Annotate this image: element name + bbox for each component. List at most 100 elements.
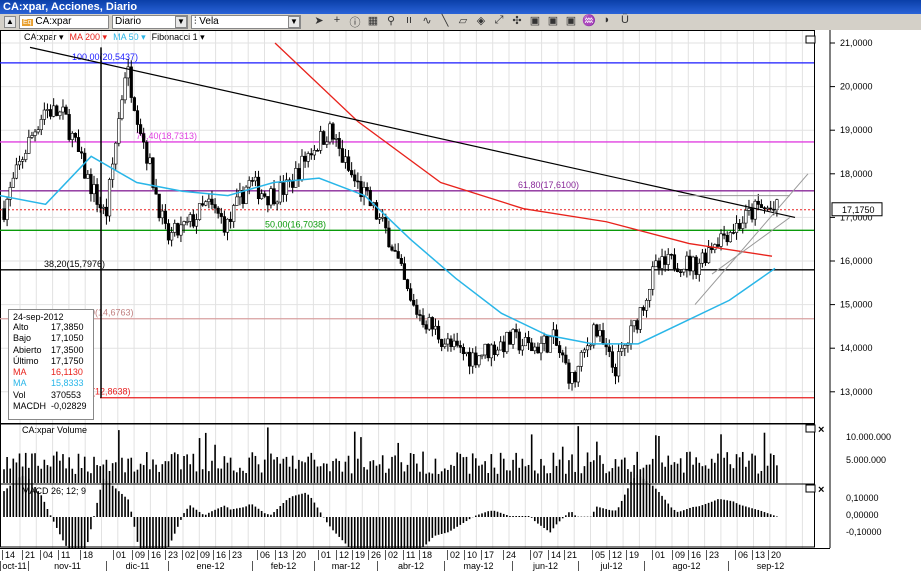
candle-body — [216, 207, 220, 214]
candle-body — [679, 271, 683, 273]
crosshair-icon[interactable]: + — [330, 14, 344, 30]
candle-body — [511, 329, 515, 345]
candle-body — [368, 190, 372, 207]
info-value: 17,3500 — [51, 344, 84, 355]
date-month-label: jul-12 — [578, 561, 644, 571]
candle-body — [250, 180, 254, 182]
candle-body — [756, 200, 760, 205]
info-row: Último 17,1750 — [13, 356, 89, 367]
candle-body — [312, 150, 317, 156]
candle-body — [151, 157, 155, 188]
candle-body — [725, 235, 729, 243]
date-month-label: jun-12 — [512, 561, 578, 571]
maximize-icon[interactable] — [805, 424, 816, 433]
candle-body — [45, 109, 50, 111]
candle-body — [117, 118, 121, 144]
eraser-icon[interactable]: ▱ — [456, 14, 470, 30]
candle-body — [337, 138, 341, 149]
date-month-label: ene-12 — [168, 561, 252, 571]
line-draw-icon[interactable]: ╲ — [438, 14, 452, 30]
candle-body — [697, 262, 701, 275]
chart-svg[interactable]: 100,00(20,5437)76,40(18,7313)61,80(17,61… — [0, 30, 921, 571]
candle-body — [449, 338, 453, 347]
maximize-icon[interactable] — [805, 35, 816, 44]
grid-icon[interactable]: ▦ — [366, 14, 380, 30]
candle-body — [58, 111, 62, 116]
date-day-label: 13 — [275, 550, 288, 560]
candle-body — [80, 151, 84, 154]
candle-body — [353, 174, 357, 182]
date-day-label: 12 — [336, 550, 349, 560]
bars-icon[interactable]: ıı — [402, 14, 416, 30]
indicator-icon[interactable]: ∿ — [420, 14, 434, 30]
candle-body — [182, 221, 186, 226]
info-icon[interactable]: ⓘ — [348, 14, 362, 30]
symbol-value: CA:xpar — [35, 16, 72, 27]
candle-body — [315, 150, 320, 152]
window1-icon[interactable]: ▣ — [528, 14, 542, 30]
sound-icon[interactable]: ◗ — [600, 14, 614, 30]
symbol-input[interactable]: Eq CA:xpar — [19, 15, 109, 29]
candle-body — [533, 346, 537, 352]
window3-icon[interactable]: ▣ — [564, 14, 578, 30]
candle-body — [536, 346, 540, 354]
date-day-label: 06 — [735, 550, 748, 560]
info-value: 17,1750 — [51, 355, 84, 366]
date-day-label: 09 — [197, 550, 210, 560]
candle-body — [390, 246, 394, 251]
maximize-icon[interactable] — [805, 484, 816, 493]
candle-icon: ⫶ — [194, 16, 197, 27]
candle-body — [328, 123, 332, 143]
candle-body — [334, 138, 338, 140]
collapse-button[interactable]: ▲ — [4, 16, 16, 28]
candle-body — [492, 344, 497, 355]
price-tick: 19,0000 — [840, 125, 873, 135]
candle-body — [241, 190, 245, 204]
close-icon[interactable]: × — [818, 484, 824, 496]
pointer-icon[interactable]: ➤ — [312, 14, 326, 30]
date-day-label: 26 — [368, 550, 381, 560]
candle-body — [741, 222, 745, 229]
candle-body — [641, 307, 646, 311]
candle-body — [415, 304, 419, 315]
date-day-label: 23 — [165, 550, 178, 560]
wave-icon[interactable]: ♒ — [582, 14, 596, 30]
magnet-icon[interactable]: Ü — [618, 14, 632, 30]
candle-body — [502, 341, 506, 353]
volume-tick: 10.000.000 — [846, 432, 891, 442]
info-key: MA — [13, 367, 27, 378]
candle-body — [765, 207, 770, 210]
candle-body — [666, 254, 670, 265]
close-icon[interactable]: × — [818, 424, 824, 436]
candle-body — [278, 182, 282, 203]
date-day-label: 18 — [80, 550, 93, 560]
compare-icon[interactable]: ✣ — [510, 14, 524, 30]
candle-body — [256, 176, 261, 200]
price-tick: 13,0000 — [840, 387, 873, 397]
period-select[interactable]: Diario ▼ — [112, 15, 188, 29]
candle-body — [734, 223, 739, 233]
autoscale-icon[interactable]: ⤢ — [492, 14, 506, 30]
candle-body — [2, 208, 6, 220]
candle-body — [716, 244, 720, 247]
chart-type-select[interactable]: ⫶ Vela ▼ — [191, 15, 301, 29]
candle-body — [319, 131, 323, 151]
candle-body — [325, 141, 329, 145]
object-icon[interactable]: ◈ — [474, 14, 488, 30]
candle-body — [576, 366, 580, 383]
zoom-icon[interactable]: ⚲ — [384, 14, 398, 30]
date-day-label: 19 — [352, 550, 365, 560]
window-title: CA:xpar, Acciones, Diario — [0, 0, 921, 14]
info-value: 15,8333 — [51, 378, 84, 389]
window2-icon[interactable]: ▣ — [546, 14, 560, 30]
candle-body — [436, 325, 441, 340]
macd-tick: 0,10000 — [846, 493, 879, 503]
candle-body — [452, 340, 456, 347]
date-day-label: 19 — [626, 550, 639, 560]
candle-body — [467, 351, 472, 367]
candle-body — [545, 335, 549, 353]
candle-body — [138, 124, 143, 134]
chart-area[interactable]: 100,00(20,5437) 76,40(18,7313) 61,80(17,61… — [0, 30, 921, 571]
volume-tick: 5.000.000 — [846, 455, 886, 465]
candle-body — [111, 163, 115, 180]
